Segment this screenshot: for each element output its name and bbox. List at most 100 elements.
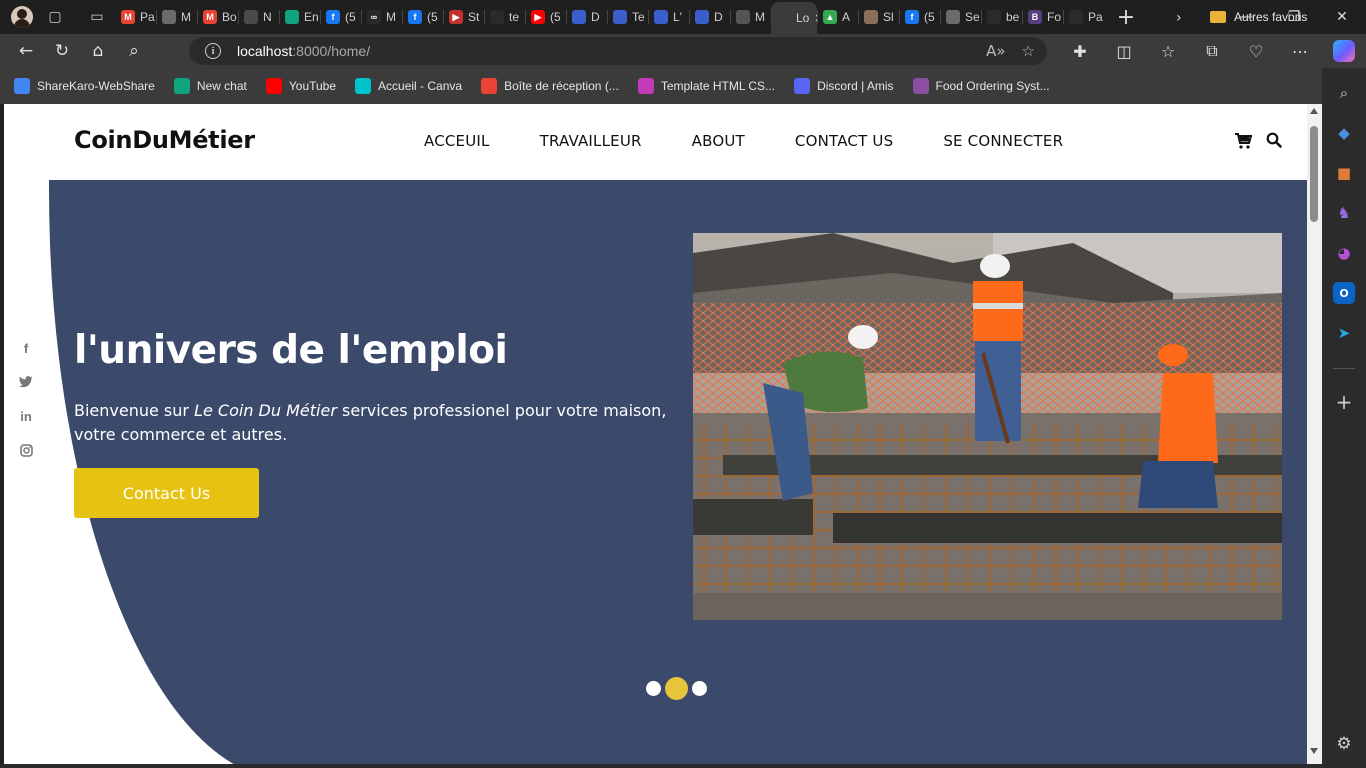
profile-avatar[interactable] [11, 6, 33, 28]
browser-tab[interactable]: Sl [858, 2, 899, 32]
tab-title: M [181, 10, 191, 24]
facebook-icon[interactable]: f [18, 340, 34, 356]
read-aloud-icon[interactable]: A» [986, 42, 1005, 60]
telegram-icon[interactable]: ➤ [1333, 322, 1355, 344]
bookmark-item[interactable]: Discord | Amis [794, 78, 894, 94]
tab-title: En [304, 10, 319, 24]
other-favorites-folder[interactable]: Autres favoris [1210, 10, 1307, 24]
contact-us-button[interactable]: Contact Us [74, 468, 259, 518]
site-header: CoinDuMétier ACCEUIL TRAVAILLEUR ABOUT C… [4, 104, 1307, 180]
bookmark-item[interactable]: Template HTML CS... [637, 78, 775, 94]
browser-tab[interactable]: Pa [1063, 2, 1104, 32]
bookmark-item[interactable]: Food Ordering Syst... [912, 78, 1050, 94]
instagram-icon[interactable] [18, 442, 34, 458]
browser-tab[interactable]: f (5 [320, 2, 361, 32]
workspaces-icon[interactable]: ▢ [41, 3, 69, 31]
menu-item-contact-us[interactable]: CONTACT US [795, 132, 893, 150]
copilot-icon[interactable] [1322, 40, 1366, 62]
games-icon[interactable]: ♞ [1333, 202, 1355, 224]
facebook-icon: f [905, 10, 919, 24]
browser-tab[interactable]: f (5 [402, 2, 443, 32]
outlook-icon[interactable]: O [1333, 282, 1355, 304]
add-sidebar-app-icon[interactable]: + [1333, 390, 1355, 414]
search-icon [987, 10, 1001, 24]
browser-tab[interactable]: M Pa [115, 2, 156, 32]
browser-tab[interactable]: ▶ (5 [525, 2, 566, 32]
site-info-icon[interactable]: i [205, 43, 221, 59]
shopping-tag-icon[interactable]: ◆ [1333, 122, 1355, 144]
drive-icon: ▲ [823, 10, 837, 24]
cart-icon[interactable] [1234, 132, 1253, 150]
collections-icon[interactable]: ⧉ [1190, 41, 1234, 61]
split-screen-icon[interactable]: ◫ [1102, 42, 1146, 61]
microsoft365-icon[interactable]: ◕ [1333, 242, 1355, 264]
menu-item-about[interactable]: ABOUT [692, 132, 745, 150]
hero-description: Bienvenue sur Le Coin Du Métier services… [74, 401, 667, 444]
browser-tab[interactable]: ∞ M [361, 2, 402, 32]
carousel-dot[interactable] [646, 681, 661, 696]
social-links: f in [18, 340, 34, 458]
carousel-dot[interactable] [665, 677, 688, 700]
folder-icon [1210, 11, 1226, 23]
tab-title: (5 [924, 10, 935, 24]
site-logo[interactable]: CoinDuMétier [74, 126, 255, 154]
tab-actions-icon[interactable]: ▭ [83, 3, 111, 31]
browser-tab[interactable]: Se [940, 2, 981, 32]
gmail-icon [481, 78, 498, 94]
search-icon[interactable]: ⌕ [116, 36, 152, 66]
scrollbar-thumb[interactable] [1310, 126, 1318, 222]
favorite-star-icon[interactable]: ☆ [1022, 42, 1035, 60]
browser-tab[interactable]: D [566, 2, 607, 32]
more-options-icon[interactable]: ⋯ [1278, 42, 1322, 61]
tab-strip: ▢ ▭ MPaMMBoNEnf(5∞Mf(5▶Stte▶(5DTeL'DMLo✕… [0, 0, 1366, 34]
close-window-button[interactable]: ✕ [1318, 0, 1366, 34]
construction-workers-image [693, 233, 1282, 620]
menu-item-acceuil[interactable]: ACCEUIL [424, 132, 490, 150]
browser-tab[interactable]: f (5 [899, 2, 940, 32]
carousel-dot[interactable] [692, 681, 707, 696]
sidebar-search-icon[interactable]: ⌕ [1333, 82, 1355, 104]
new-tab-button[interactable]: + [1114, 5, 1138, 30]
extensions-icon[interactable]: ✚ [1058, 42, 1102, 61]
bookmark-item[interactable]: ShareKaro-WebShare [14, 78, 155, 94]
refresh-button[interactable]: ↻ [44, 36, 80, 66]
hero-title: l'univers de l'emploi [74, 328, 508, 373]
browser-tab[interactable]: M Bo [197, 2, 238, 32]
sidebar-settings-gear-icon[interactable]: ⚙ [1336, 734, 1351, 754]
browser-tab[interactable]: D [689, 2, 730, 32]
menu-item-travailleur[interactable]: TRAVAILLEUR [540, 132, 642, 150]
tools-briefcase-icon[interactable]: ■ [1333, 162, 1355, 184]
browser-tab[interactable]: be [981, 2, 1022, 32]
browser-tab[interactable]: M [156, 2, 197, 32]
twitter-icon[interactable] [18, 374, 34, 390]
address-bar[interactable]: i localhost:8000/home/ A» ☆ [189, 37, 1047, 65]
page-scrollbar[interactable] [1307, 104, 1322, 764]
browser-tab[interactable]: Te [607, 2, 648, 32]
browser-essentials-icon[interactable]: ♡ [1234, 42, 1278, 61]
back-button[interactable]: ← [8, 36, 44, 66]
browser-tab[interactable]: M [730, 2, 771, 32]
browser-tab[interactable]: L' [648, 2, 689, 32]
discord-icon [794, 78, 811, 94]
browser-tab[interactable]: Lo✕ [771, 2, 817, 34]
bookmark-item[interactable]: New chat [173, 78, 247, 94]
bookmark-item[interactable]: Boîte de réception (... [481, 78, 619, 94]
linkedin-icon[interactable]: in [18, 408, 34, 424]
tab-title: Sl [883, 10, 894, 24]
browser-tab[interactable]: ▶ St [443, 2, 484, 32]
menu-item-se-connecter[interactable]: SE CONNECTER [943, 132, 1063, 150]
bookmark-item[interactable]: Accueil - Canva [355, 78, 462, 94]
search-icon[interactable] [1266, 132, 1282, 148]
bookmarks-overflow-chevron-icon[interactable]: › [1176, 10, 1182, 26]
browser-tab[interactable]: te [484, 2, 525, 32]
url-text[interactable]: localhost:8000/home/ [237, 43, 370, 59]
browser-tab[interactable]: N [238, 2, 279, 32]
tab-title: be [1006, 10, 1020, 24]
bookmark-item[interactable]: YouTube [265, 78, 336, 94]
browser-tab[interactable]: En [279, 2, 320, 32]
favorites-icon[interactable]: ☆ [1146, 42, 1190, 61]
browser-tab[interactable]: B Fo [1022, 2, 1063, 32]
tab-list: MPaMMBoNEnf(5∞Mf(5▶Stte▶(5DTeL'DMLo✕▲ASl… [115, 0, 1104, 34]
home-button[interactable]: ⌂ [80, 36, 116, 66]
browser-tab[interactable]: ▲ A [817, 2, 858, 32]
